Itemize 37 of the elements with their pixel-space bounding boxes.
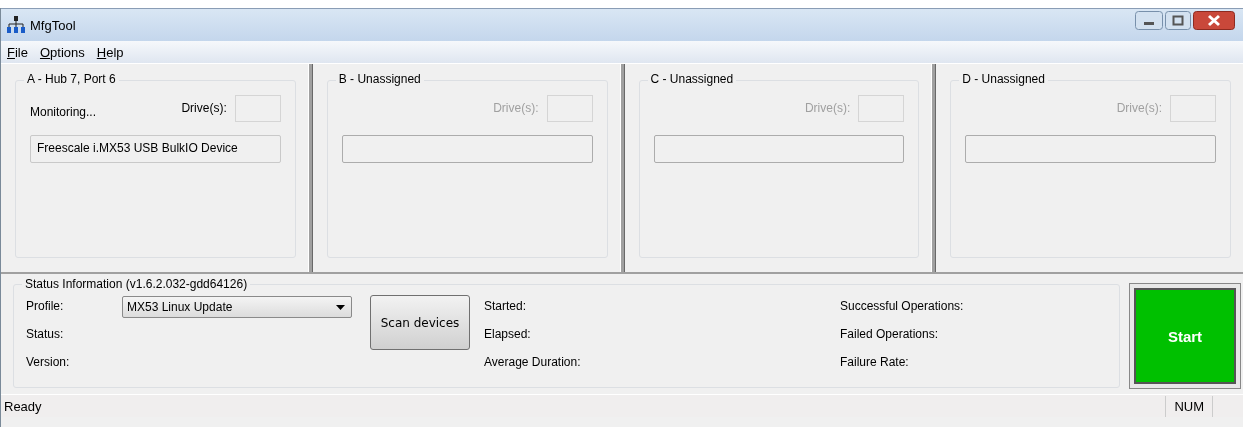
drive-label: Drive(s): [804,101,851,115]
num-lock-indicator: NUM [1165,395,1213,417]
stat-label: Elapsed: [484,327,532,341]
status-text: Ready [4,398,42,414]
drive-field [234,94,281,122]
port-status: Monitoring... [30,105,97,119]
menu-item[interactable]: Help [96,44,124,60]
profile-dropdown[interactable]: MX53 Linux Update [122,296,352,318]
dropdown-arrow-icon [336,304,345,310]
group-title: C - Unassigned [647,72,737,86]
drive-label: Drive(s): [181,101,227,115]
drive-label: Drive(s): [1116,101,1162,115]
window-title: MfgTool [30,17,76,33]
minimize-icon[interactable] [1135,11,1163,30]
maximize-icon[interactable] [1165,11,1191,30]
menu-item[interactable]: Options [39,44,85,60]
network-tree-icon [6,16,26,34]
drive-field [1170,94,1216,122]
field-label: Status: [26,327,65,341]
close-icon[interactable] [1193,11,1235,30]
stat-label: Failure Rate: [840,355,910,369]
group-title: D - Unassigned [959,72,1048,86]
stat-label: Started: [484,299,528,313]
drive-field [546,94,593,122]
scan-devices-button[interactable]: Scan devices [370,295,470,350]
drive-label: Drive(s): [493,101,539,115]
group-title: Status Information (v1.6.2.032-gdd64126) [22,277,251,291]
stat-label: Failed Operations: [840,327,940,341]
stat-label: Successful Operations: [840,299,965,313]
field-label: Profile: [26,299,65,313]
group-title: A - Hub 7, Port 6 [24,72,119,86]
device-field: Freescale i.MX53 USB BulkIO Device [30,135,281,163]
menu-item[interactable]: File [7,44,28,60]
field-label: Version: [26,355,71,369]
group-title: B - Unassigned [335,72,424,86]
drive-field [858,94,905,122]
stat-label: Average Duration: [484,355,582,369]
